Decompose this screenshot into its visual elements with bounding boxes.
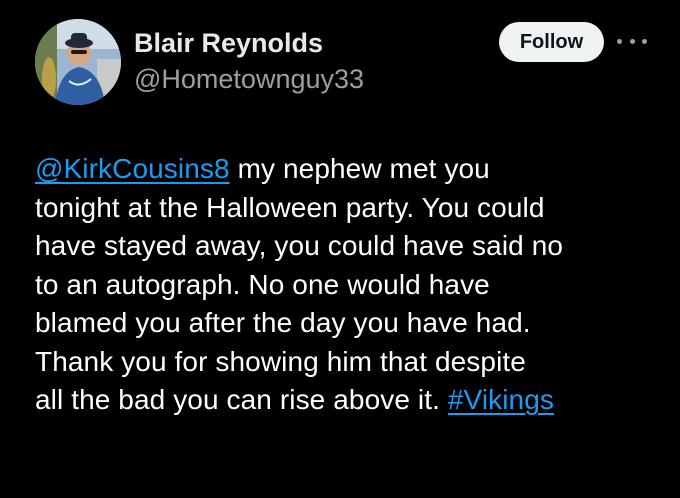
tweet-text-segment: all the bad you can rise above it. bbox=[35, 384, 448, 415]
tweet-text: @KirkCousins8 my nephew met you tonight … bbox=[35, 150, 655, 420]
dot bbox=[642, 38, 647, 44]
tweet-line: to an autograph. No one would have bbox=[35, 268, 490, 300]
tweet-line: blamed you after the day you have had. bbox=[35, 307, 531, 338]
dot bbox=[629, 38, 635, 44]
author-display-name[interactable]: Blair Reynolds bbox=[134, 26, 364, 60]
tweet-line: Thank you for showing him that despite bbox=[35, 345, 526, 377]
tweet-text-segment: my nephew met you bbox=[229, 153, 490, 184]
avatar-photo bbox=[35, 19, 121, 105]
more-horizontal-icon[interactable] bbox=[617, 30, 647, 52]
author-info: Blair Reynolds @Hometownguy33 bbox=[134, 26, 364, 96]
hashtag-link[interactable]: #Vikings bbox=[448, 384, 554, 415]
dot bbox=[617, 38, 622, 44]
mention-link[interactable]: @KirkCousins8 bbox=[35, 153, 230, 184]
tweet-line: all the bad you can rise above it. #Viki… bbox=[35, 381, 655, 420]
tweet-line: tonight at the Halloween party. You coul… bbox=[35, 191, 545, 223]
avatar[interactable] bbox=[35, 19, 121, 105]
tweet-line: @KirkCousins8 my nephew met you bbox=[35, 150, 655, 189]
author-handle[interactable]: @Hometownguy33 bbox=[134, 62, 364, 96]
tweet-line: have stayed away, you could have said no bbox=[35, 230, 564, 261]
follow-button[interactable]: Follow bbox=[499, 22, 604, 62]
tweet-card: Blair Reynolds @Hometownguy33 Follow @Ki… bbox=[0, 0, 680, 498]
